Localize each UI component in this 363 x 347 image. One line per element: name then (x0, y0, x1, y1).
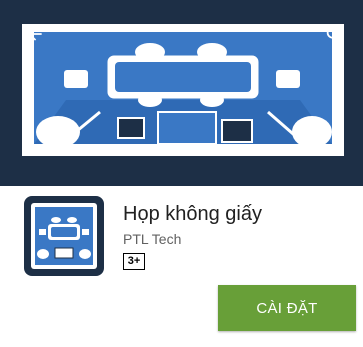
content-rating-badge: 3+ (123, 253, 145, 270)
feature-graphic-banner (0, 0, 363, 186)
app-info: Họp không giấy PTL Tech 3+ (123, 202, 262, 270)
app-title: Họp không giấy (123, 203, 262, 225)
back-button[interactable] (25, 24, 55, 54)
app-icon (24, 196, 104, 276)
install-button[interactable]: CÀI ĐẶT (218, 285, 356, 331)
search-icon (326, 26, 343, 43)
search-button[interactable] (324, 24, 354, 54)
developer-link[interactable]: PTL Tech (123, 230, 262, 248)
arrow-back-icon (28, 27, 42, 41)
